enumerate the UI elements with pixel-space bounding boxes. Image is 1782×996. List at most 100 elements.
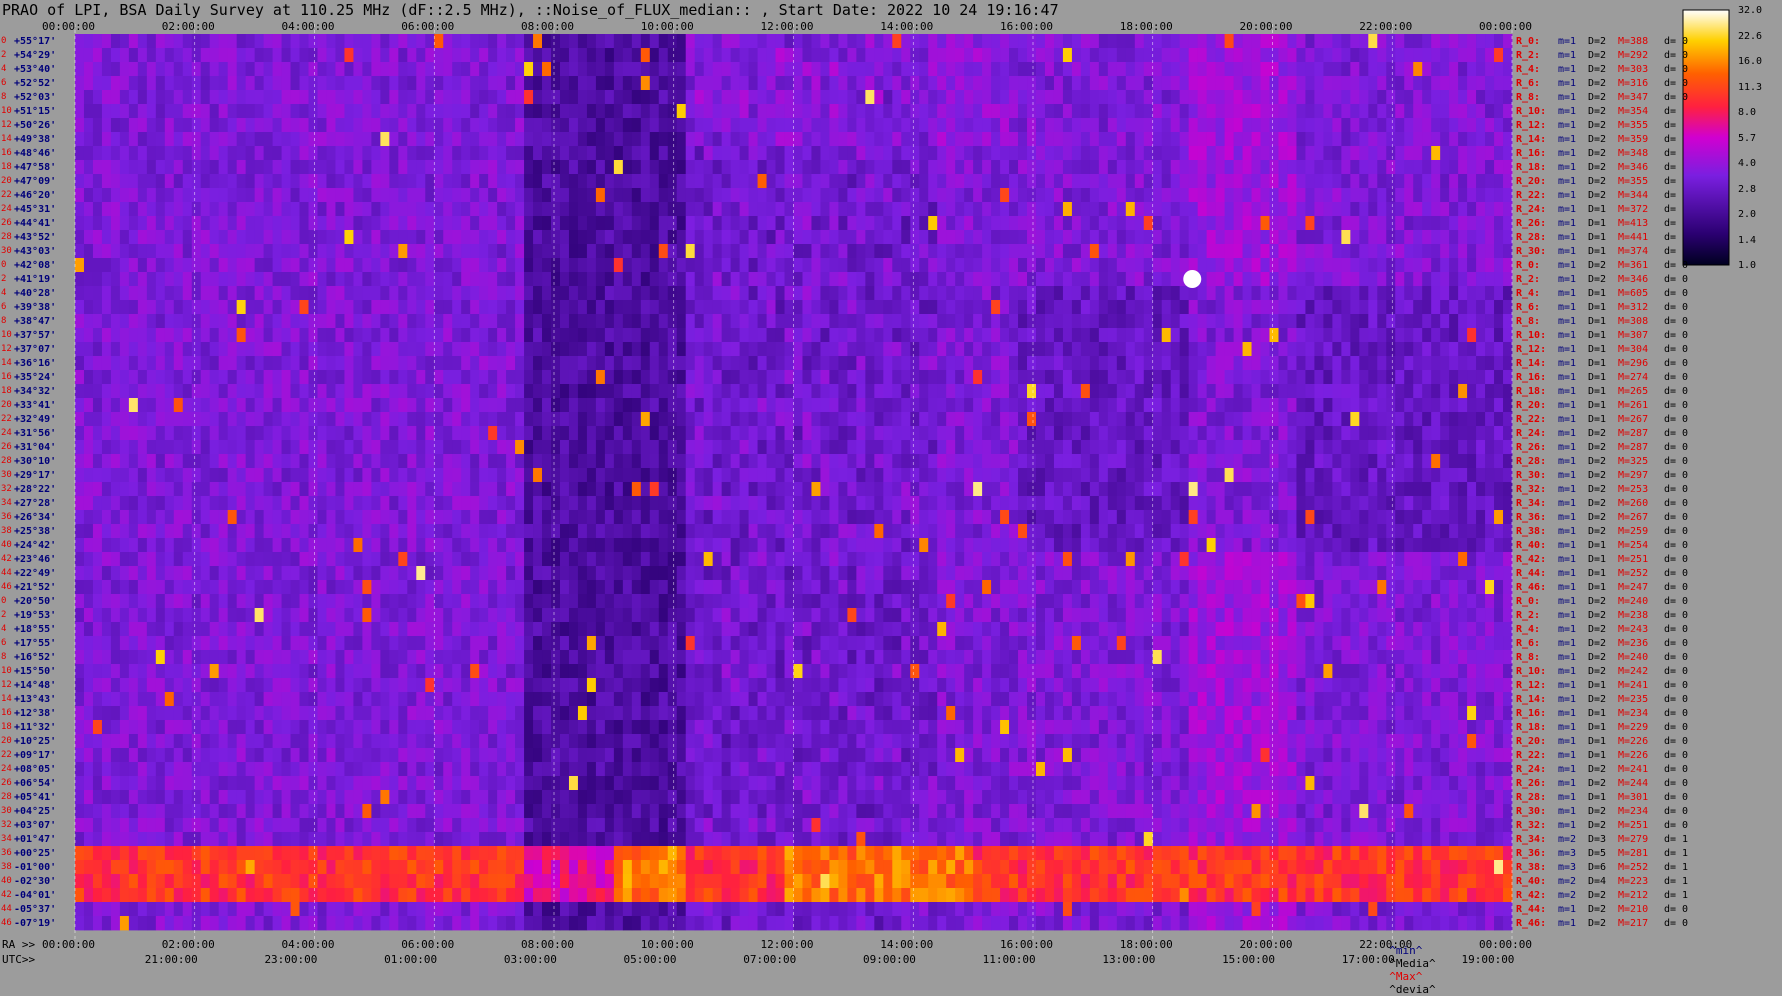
heatmap-cell [272, 216, 282, 231]
heatmap-cell [1089, 314, 1100, 329]
heatmap-cell [739, 328, 749, 343]
heatmap-cell [1179, 230, 1190, 245]
heatmap-cell [1377, 188, 1387, 203]
heatmap-cell [290, 314, 300, 329]
heatmap-cell [820, 146, 830, 161]
heatmap-cell [649, 188, 660, 203]
heatmap-cell [1197, 62, 1208, 77]
heatmap-cell [533, 62, 543, 77]
heatmap-cell [1080, 76, 1091, 91]
heatmap-cell [75, 244, 85, 259]
heatmap-cell [335, 62, 345, 77]
heatmap-cell [380, 118, 390, 133]
heatmap-cell [326, 272, 336, 287]
heatmap-cell [236, 104, 247, 119]
heatmap-cell [542, 230, 552, 245]
heatmap-cell [1089, 342, 1100, 357]
heatmap-cell [263, 286, 273, 301]
heatmap-cell [83, 202, 94, 217]
heatmap-cell [775, 174, 785, 189]
heatmap-cell [1458, 160, 1468, 175]
heatmap-cell [272, 104, 282, 119]
heatmap-cell [1350, 174, 1360, 189]
heatmap-cell [901, 118, 911, 133]
heatmap-cell [1359, 160, 1369, 175]
heatmap-cell [137, 300, 148, 315]
heatmap-cell [281, 174, 291, 189]
heatmap-cell [973, 146, 983, 161]
heatmap-cell [1332, 230, 1342, 245]
heatmap-cell [515, 286, 525, 301]
heatmap-cell [640, 272, 651, 287]
heatmap-cell [1089, 230, 1100, 245]
heatmap-cell [218, 104, 229, 119]
heatmap-cell [1000, 216, 1010, 231]
heatmap-cell [1215, 440, 1225, 455]
heatmap-cell [1170, 244, 1181, 259]
heatmap-cell [1071, 244, 1082, 259]
heatmap-cell [955, 258, 965, 273]
heatmap-cell [83, 314, 94, 329]
heatmap-cell [1467, 384, 1477, 399]
heatmap-cell [263, 384, 273, 399]
heatmap-cell [622, 34, 633, 49]
heatmap-cell [1350, 62, 1360, 77]
heatmap-cell [479, 202, 489, 217]
heatmap-cell [1251, 454, 1261, 469]
heatmap-cell [1242, 174, 1252, 189]
heatmap-cell [1044, 440, 1055, 455]
heatmap-cell [1341, 160, 1351, 175]
heatmap-cell [829, 398, 839, 413]
heatmap-cell [128, 468, 139, 483]
heatmap-cell [1116, 160, 1127, 175]
heatmap-cell [92, 398, 103, 413]
heatmap-cell [488, 132, 498, 147]
heatmap-cell [856, 216, 866, 231]
heatmap-cell [559, 216, 570, 231]
heatmap-cell [883, 174, 893, 189]
heatmap-cell [793, 426, 803, 441]
heatmap-cell [1027, 300, 1037, 315]
heatmap-cell [137, 412, 148, 427]
heatmap-cell [757, 342, 767, 357]
heatmap-cell [991, 174, 1001, 189]
heatmap-cell [919, 454, 929, 469]
heatmap-cell [1251, 300, 1261, 315]
heatmap-cell [1107, 216, 1118, 231]
heatmap-cell [586, 356, 597, 371]
heatmap-cell [119, 356, 130, 371]
heatmap-cell [1089, 244, 1100, 259]
heatmap-cell [829, 48, 839, 63]
heatmap-cell [1422, 216, 1432, 231]
heatmap-cell [1350, 398, 1360, 413]
heatmap-cell [1098, 230, 1109, 245]
heatmap-cell [209, 426, 220, 441]
heatmap-cell [712, 146, 723, 161]
heatmap-cell [1350, 90, 1360, 105]
heatmap-cell [667, 76, 678, 91]
heatmap-cell [236, 426, 247, 441]
heatmap-cell [263, 440, 273, 455]
heatmap-cell [865, 314, 875, 329]
heatmap-cell [667, 384, 678, 399]
heatmap-cell [802, 202, 812, 217]
heatmap-cell [847, 370, 857, 385]
heatmap-cell [577, 440, 588, 455]
heatmap-cell [335, 146, 345, 161]
heatmap-cell [443, 34, 453, 49]
heatmap-cell [838, 300, 848, 315]
heatmap-cell [703, 286, 714, 301]
heatmap-cell [1440, 104, 1450, 119]
heatmap-cell [272, 62, 282, 77]
heatmap-cell [1143, 258, 1154, 273]
heatmap-cell [443, 328, 453, 343]
heatmap-cell [227, 426, 238, 441]
heatmap-cell [847, 216, 857, 231]
heatmap-cell [757, 62, 767, 77]
heatmap-cell [1476, 118, 1486, 133]
heatmap-cell [721, 160, 732, 175]
heatmap-cell [1422, 440, 1432, 455]
heatmap-cell [434, 370, 444, 385]
heatmap-cell [712, 314, 723, 329]
heatmap-cell [595, 328, 606, 343]
